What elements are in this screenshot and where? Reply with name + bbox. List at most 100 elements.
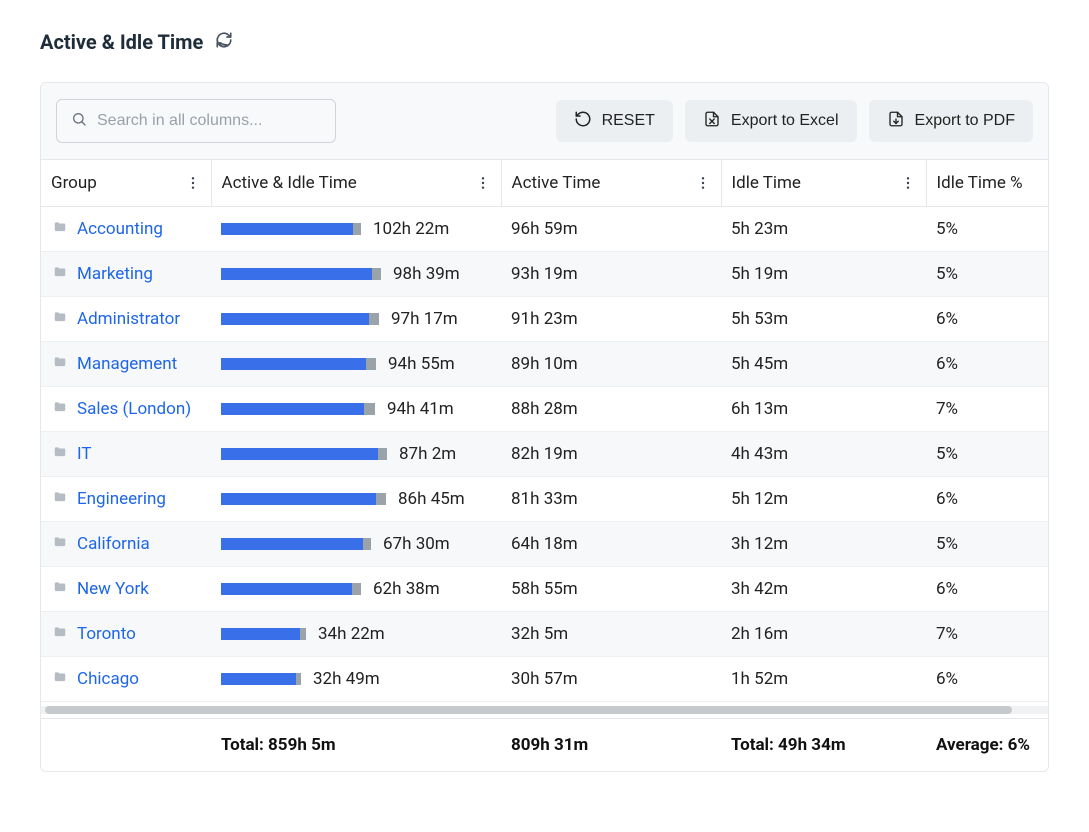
export-excel-label: Export to Excel — [731, 112, 839, 130]
group-link[interactable]: Engineering — [77, 489, 166, 509]
idle-pct-cell: 7% — [926, 612, 1048, 657]
table-row: Accounting102h 22m96h 59m5h 23m5% — [41, 207, 1048, 252]
toolbar: RESET Export to Excel Export to PDF — [41, 83, 1048, 160]
report-panel: RESET Export to Excel Export to PDF — [40, 82, 1049, 772]
col-header-active-idle[interactable]: Active & Idle Time — [211, 160, 501, 207]
idle-time-cell: 5h 12m — [721, 477, 926, 522]
group-link[interactable]: IT — [77, 444, 92, 464]
col-header-idle-pct[interactable]: Idle Time % — [926, 160, 1048, 207]
idle-pct-cell: 5% — [926, 207, 1048, 252]
folder-icon — [51, 489, 69, 509]
active-time-cell: 82h 19m — [501, 432, 721, 477]
idle-time-cell: 5h 53m — [721, 297, 926, 342]
time-bar — [221, 268, 381, 280]
time-bar — [221, 583, 361, 595]
export-pdf-label: Export to PDF — [915, 112, 1015, 130]
reset-label: RESET — [602, 112, 655, 130]
table-row: New York 62h 38m 58h 55m3h 42m6% — [41, 567, 1048, 612]
group-link[interactable]: Marketing — [77, 264, 153, 284]
active-time-cell: 81h 33m — [501, 477, 721, 522]
time-bar — [221, 628, 306, 640]
footer-avg-idle-pct: Average: 6% — [926, 719, 1048, 772]
idle-pct-cell: 6% — [926, 567, 1048, 612]
export-pdf-button[interactable]: Export to PDF — [869, 100, 1033, 142]
table-row: IT87h 2m82h 19m4h 43m5% — [41, 432, 1048, 477]
total-time-label: 87h 2m — [399, 444, 456, 464]
active-time-cell: 58h 55m — [501, 567, 721, 612]
time-bar — [221, 493, 386, 505]
col-header-idle[interactable]: Idle Time — [721, 160, 926, 207]
horizontal-scrollbar[interactable] — [41, 706, 1048, 714]
total-time-label: 97h 17m — [391, 309, 458, 329]
time-bar — [221, 448, 387, 460]
group-link[interactable]: Toronto — [77, 624, 136, 644]
search-box[interactable] — [56, 99, 336, 143]
pdf-icon — [887, 110, 905, 133]
active-time-cell: 89h 10m — [501, 342, 721, 387]
active-time-cell: 96h 59m — [501, 207, 721, 252]
folder-icon — [51, 669, 69, 689]
folder-icon — [51, 354, 69, 374]
active-time-cell: 88h 28m — [501, 387, 721, 432]
page-title: Active & Idle Time — [40, 30, 203, 54]
idle-pct-cell: 5% — [926, 522, 1048, 567]
total-time-label: 32h 49m — [313, 669, 380, 689]
reset-button[interactable]: RESET — [556, 100, 673, 142]
folder-icon — [51, 219, 69, 239]
idle-pct-cell: 6% — [926, 297, 1048, 342]
idle-time-cell: 3h 42m — [721, 567, 926, 612]
col-label: Group — [51, 173, 97, 193]
group-link[interactable]: Chicago — [77, 669, 139, 689]
idle-pct-cell: 6% — [926, 342, 1048, 387]
column-menu-icon[interactable] — [475, 175, 491, 191]
table-row: Sales (London)94h 41m88h 28m6h 13m7% — [41, 387, 1048, 432]
total-time-label: 34h 22m — [318, 624, 385, 644]
footer-total-active-idle: Total: 859h 5m — [211, 719, 501, 772]
group-link[interactable]: Management — [77, 354, 177, 374]
group-link[interactable]: California — [77, 534, 150, 554]
search-icon — [71, 111, 87, 131]
total-time-label: 98h 39m — [393, 264, 460, 284]
total-time-label: 67h 30m — [383, 534, 450, 554]
time-bar — [221, 538, 371, 550]
active-time-cell: 93h 19m — [501, 252, 721, 297]
total-time-label: 86h 45m — [398, 489, 465, 509]
idle-time-cell: 5h 23m — [721, 207, 926, 252]
folder-icon — [51, 534, 69, 554]
footer-total-active: 809h 31m — [501, 719, 721, 772]
group-link[interactable]: New York — [77, 579, 149, 599]
column-menu-icon[interactable] — [185, 175, 201, 191]
group-link[interactable]: Sales (London) — [77, 399, 191, 419]
group-link[interactable]: Administrator — [77, 309, 180, 329]
total-time-label: 62h 38m — [373, 579, 440, 599]
time-bar — [221, 358, 376, 370]
idle-pct-cell: 5% — [926, 252, 1048, 297]
active-time-cell: 64h 18m — [501, 522, 721, 567]
data-table: Group Active & Idle Time Active Time — [41, 160, 1048, 771]
column-menu-icon[interactable] — [695, 175, 711, 191]
col-label: Idle Time % — [937, 173, 1023, 193]
table-row: Administrator 97h 17m 91h 23m5h 53m6% — [41, 297, 1048, 342]
folder-icon — [51, 399, 69, 419]
time-bar — [221, 673, 301, 685]
col-header-active[interactable]: Active Time — [501, 160, 721, 207]
group-link[interactable]: Accounting — [77, 219, 163, 239]
folder-icon — [51, 264, 69, 284]
col-header-group[interactable]: Group — [41, 160, 211, 207]
active-time-cell: 32h 5m — [501, 612, 721, 657]
column-menu-icon[interactable] — [900, 175, 916, 191]
time-bar — [221, 223, 361, 235]
idle-pct-cell: 6% — [926, 477, 1048, 522]
idle-time-cell: 6h 13m — [721, 387, 926, 432]
time-bar — [221, 313, 379, 325]
idle-time-cell: 1h 52m — [721, 657, 926, 702]
search-input[interactable] — [97, 112, 321, 130]
time-bar — [221, 403, 375, 415]
reset-icon — [574, 110, 592, 133]
idle-time-cell: 5h 45m — [721, 342, 926, 387]
active-time-cell: 91h 23m — [501, 297, 721, 342]
table-row: Toronto34h 22m32h 5m2h 16m7% — [41, 612, 1048, 657]
export-excel-button[interactable]: Export to Excel — [685, 100, 857, 142]
active-time-cell: 30h 57m — [501, 657, 721, 702]
refresh-icon[interactable] — [215, 31, 233, 53]
